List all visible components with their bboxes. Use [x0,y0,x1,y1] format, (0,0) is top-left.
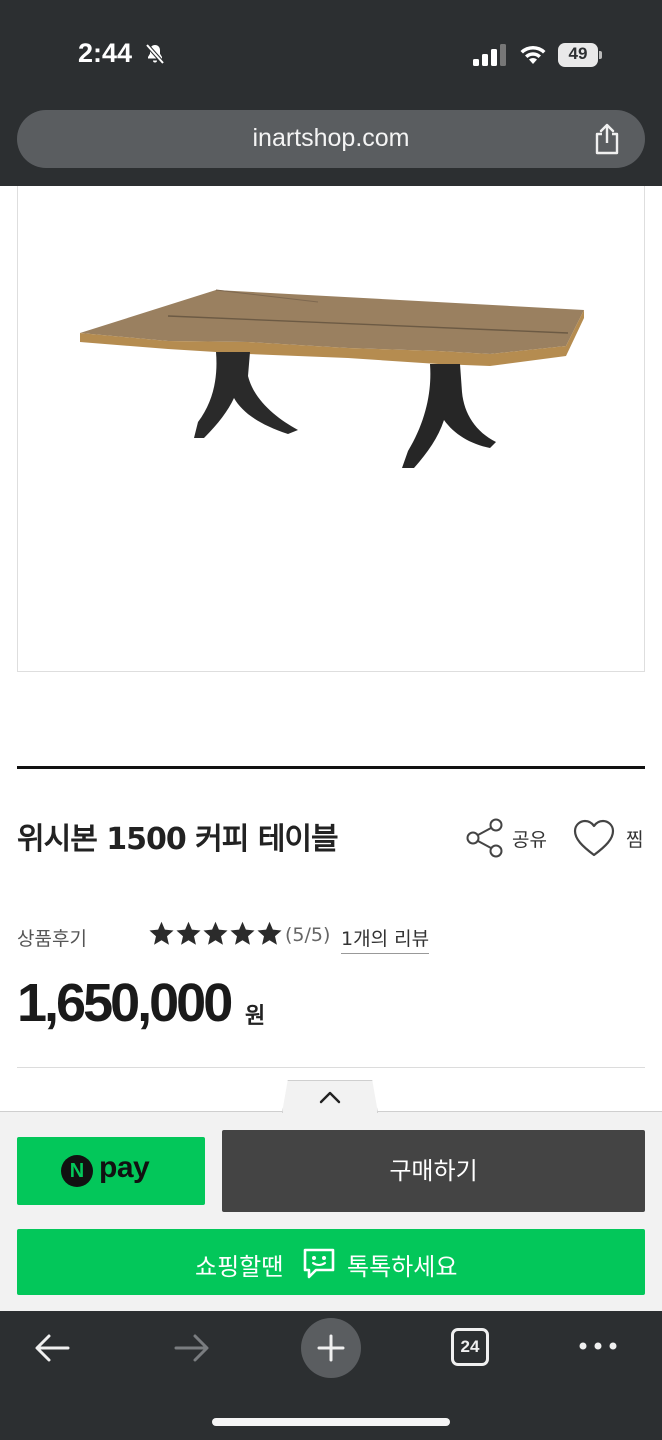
battery-tip [599,51,602,59]
url-text[interactable]: inartshop.com [17,124,645,153]
share-icon[interactable] [592,123,622,155]
plus-icon [317,1334,345,1362]
coffee-table-illustration [80,289,584,468]
status-time: 2:44 [78,38,133,68]
new-tab-button[interactable] [301,1318,361,1378]
tabs-button[interactable]: 24 [451,1328,489,1366]
wishlist-button[interactable]: 찜 [572,818,643,858]
home-indicator [212,1418,450,1426]
chevron-up-icon[interactable] [318,1089,342,1105]
naver-pay-label: pay [99,1151,150,1184]
star-icon [230,921,255,945]
buy-now-button[interactable]: 구매하기 [222,1130,645,1212]
rating-stars [148,920,283,947]
price-divider [17,1067,645,1068]
price-unit: 원 [245,1004,266,1029]
wifi-icon [520,45,546,64]
review-label: 상품후기 [17,928,87,950]
talktalk-button[interactable]: 쇼핑할땐 톡톡하세요 [17,1229,645,1295]
address-bar[interactable]: inartshop.com [17,110,645,168]
wish-label: 찜 [626,828,644,851]
product-price: 1,650,000 [17,973,233,1033]
talktalk-label-left: 쇼핑할땐 [195,1253,284,1281]
star-icon [257,921,282,945]
battery-indicator: 49 [558,43,604,67]
star-icon [149,921,174,945]
review-count-link[interactable]: 1개의 리뷰 [341,924,430,954]
share-nodes-icon [466,818,503,858]
share-label: 공유 [512,828,547,851]
battery-level: 49 [568,44,588,63]
browser-top-chrome: 2:44 49 inartshop.com [0,0,662,186]
share-button[interactable]: 공유 [466,818,547,858]
bell-slash-icon [145,43,165,65]
forward-arrow-icon[interactable] [172,1330,212,1366]
section-divider [17,766,645,769]
product-image [17,186,645,672]
more-options-icon[interactable] [578,1338,618,1354]
back-arrow-icon[interactable] [32,1330,72,1366]
naver-n-logo: N [61,1155,93,1187]
heart-icon [573,819,615,857]
naver-pay-button[interactable]: N pay [17,1137,205,1205]
chat-bubble-icon [303,1248,335,1279]
star-icon [203,921,228,945]
talktalk-label-right: 톡톡하세요 [347,1253,458,1281]
product-title: 위시본 1500 커피 테이블 [17,822,339,857]
cellular-signal-icon [473,44,506,66]
star-icon [176,921,201,945]
rating-score: (5/5) [285,924,331,946]
